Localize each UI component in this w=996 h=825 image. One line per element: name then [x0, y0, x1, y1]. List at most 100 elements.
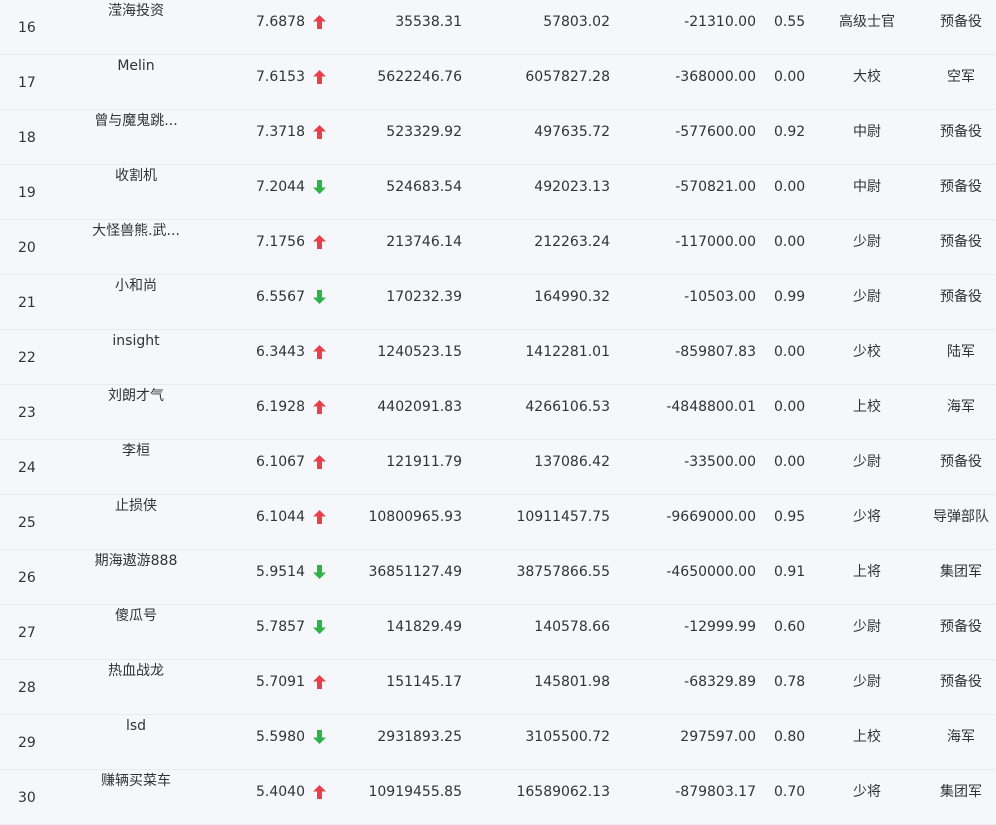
military-rank-cell: 少校: [853, 344, 881, 360]
trader-name-link[interactable]: 止损侠: [64, 497, 208, 515]
value-cell-1: 170232.39: [386, 289, 462, 305]
value-cell-1: 523329.92: [386, 124, 462, 140]
rank-cell: 29: [18, 735, 36, 751]
value-cell-1: 10919455.85: [368, 784, 462, 800]
ratio-cell: 0.00: [774, 454, 806, 470]
military-rank-cell: 少将: [853, 784, 881, 800]
military-rank-cell: 少尉: [853, 289, 881, 305]
trader-name-link[interactable]: insight: [64, 332, 208, 350]
military-rank-cell: 大校: [853, 69, 881, 85]
arrow-up-icon: [313, 68, 327, 86]
rank-cell: 19: [18, 185, 36, 201]
value-cell-2: 145801.98: [534, 674, 610, 690]
trader-name-link[interactable]: 大怪兽熊.武...: [64, 222, 208, 240]
score-cell: 7.6153: [256, 69, 305, 85]
value-cell-2: 6057827.28: [525, 69, 610, 85]
arrow-up-icon: [313, 453, 327, 471]
military-rank-cell: 少尉: [853, 454, 881, 470]
trader-name-link[interactable]: 滢海投资: [64, 2, 208, 20]
table-row[interactable]: 24 李桓 6.1067 121911.79 137086.42 -33500.00 0.0…: [0, 440, 996, 495]
table-row[interactable]: 30 赚辆买菜车 5.4040 10919455.85 16589062.13 -8798…: [0, 770, 996, 825]
table-row[interactable]: 16 滢海投资 7.6878 35538.31 57803.02 -21310.00 0.5…: [0, 0, 996, 55]
value-cell-3: -4650000.00: [666, 564, 756, 580]
trader-name-link[interactable]: 期海遨游888: [64, 552, 208, 570]
table-row[interactable]: 18 曾与魔鬼跳... 7.3718 523329.92 497635.72 -57760…: [0, 110, 996, 165]
ratio-cell: 0.60: [774, 619, 806, 635]
ratio-cell: 0.92: [774, 124, 806, 140]
rank-cell: 21: [18, 295, 36, 311]
arrow-up-icon: [313, 233, 327, 251]
trader-name-link[interactable]: Melin: [64, 57, 208, 75]
value-cell-2: 164990.32: [534, 289, 610, 305]
branch-cell: 集团军: [940, 564, 982, 580]
arrow-down-icon: [313, 178, 327, 196]
table-row[interactable]: 19 收割机 7.2044 524683.54 492023.13 -570821.00 0…: [0, 165, 996, 220]
value-cell-1: 2931893.25: [377, 729, 462, 745]
arrow-down-icon: [313, 563, 327, 581]
table-row[interactable]: 23 刘朗才气 6.1928 4402091.83 4266106.53 -4848800…: [0, 385, 996, 440]
score-cell: 6.5567: [256, 289, 305, 305]
value-cell-1: 36851127.49: [368, 564, 462, 580]
trader-name-link[interactable]: 傻瓜号: [64, 607, 208, 625]
branch-cell: 海军: [947, 729, 975, 745]
value-cell-3: -12999.99: [684, 619, 756, 635]
ratio-cell: 0.00: [774, 234, 806, 250]
arrow-down-icon: [313, 288, 327, 306]
ratio-cell: 0.00: [774, 179, 806, 195]
value-cell-2: 38757866.55: [516, 564, 610, 580]
arrow-down-icon: [313, 728, 327, 746]
ranking-table: 16 滢海投资 7.6878 35538.31 57803.02 -21310.00 0.5…: [0, 0, 996, 825]
value-cell-2: 137086.42: [534, 454, 610, 470]
military-rank-cell: 少将: [853, 509, 881, 525]
table-row[interactable]: 21 小和尚 6.5567 170232.39 164990.32 -10503.00 0.…: [0, 275, 996, 330]
trader-name-link[interactable]: 小和尚: [64, 277, 208, 295]
branch-cell: 预备役: [940, 124, 982, 140]
value-cell-2: 10911457.75: [516, 509, 610, 525]
score-cell: 5.5980: [256, 729, 305, 745]
value-cell-1: 213746.14: [386, 234, 462, 250]
arrow-up-icon: [313, 343, 327, 361]
value-cell-1: 141829.49: [386, 619, 462, 635]
value-cell-1: 35538.31: [395, 14, 462, 30]
arrow-up-icon: [313, 783, 327, 801]
table-row[interactable]: 27 傻瓜号 5.7857 141829.49 140578.66 -12999.99 0.…: [0, 605, 996, 660]
ratio-cell: 0.00: [774, 69, 806, 85]
table-row[interactable]: 29 lsd 5.5980 2931893.25 3105500.72 297597.00…: [0, 715, 996, 770]
table-row[interactable]: 25 止损侠 6.1044 10800965.93 10911457.75 -966900…: [0, 495, 996, 550]
branch-cell: 预备役: [940, 674, 982, 690]
trader-name-link[interactable]: 收割机: [64, 167, 208, 185]
score-cell: 6.3443: [256, 344, 305, 360]
branch-cell: 预备役: [940, 454, 982, 470]
trader-name-link[interactable]: 赚辆买菜车: [64, 772, 208, 790]
branch-cell: 预备役: [940, 14, 982, 30]
value-cell-3: -4848800.01: [666, 399, 756, 415]
rank-cell: 30: [18, 790, 36, 806]
branch-cell: 预备役: [940, 289, 982, 305]
value-cell-2: 212263.24: [534, 234, 610, 250]
table-row[interactable]: 20 大怪兽熊.武... 7.1756 213746.14 212263.24 -1170…: [0, 220, 996, 275]
table-row[interactable]: 22 insight 6.3443 1240523.15 1412281.01 -8598…: [0, 330, 996, 385]
arrow-up-icon: [313, 508, 327, 526]
score-cell: 7.2044: [256, 179, 305, 195]
value-cell-2: 1412281.01: [525, 344, 610, 360]
value-cell-1: 524683.54: [386, 179, 462, 195]
ratio-cell: 0.95: [774, 509, 806, 525]
arrow-down-icon: [313, 618, 327, 636]
score-cell: 7.6878: [256, 14, 305, 30]
military-rank-cell: 上将: [853, 564, 881, 580]
table-row[interactable]: 17 Melin 7.6153 5622246.76 6057827.28 -368000…: [0, 55, 996, 110]
trader-name-link[interactable]: 李桓: [64, 442, 208, 460]
table-row[interactable]: 28 热血战龙 5.7091 151145.17 145801.98 -68329.89 0…: [0, 660, 996, 715]
trader-name-link[interactable]: lsd: [64, 717, 208, 735]
rank-cell: 20: [18, 240, 36, 256]
rank-cell: 25: [18, 515, 36, 531]
value-cell-3: -117000.00: [675, 234, 756, 250]
table-row[interactable]: 26 期海遨游888 5.9514 36851127.49 38757866.55 -46…: [0, 550, 996, 605]
trader-name-link[interactable]: 刘朗才气: [64, 387, 208, 405]
trader-name-link[interactable]: 热血战龙: [64, 662, 208, 680]
branch-cell: 海军: [947, 399, 975, 415]
trader-name-link[interactable]: 曾与魔鬼跳...: [64, 112, 208, 130]
value-cell-2: 4266106.53: [525, 399, 610, 415]
value-cell-3: -577600.00: [675, 124, 756, 140]
score-cell: 5.4040: [256, 784, 305, 800]
